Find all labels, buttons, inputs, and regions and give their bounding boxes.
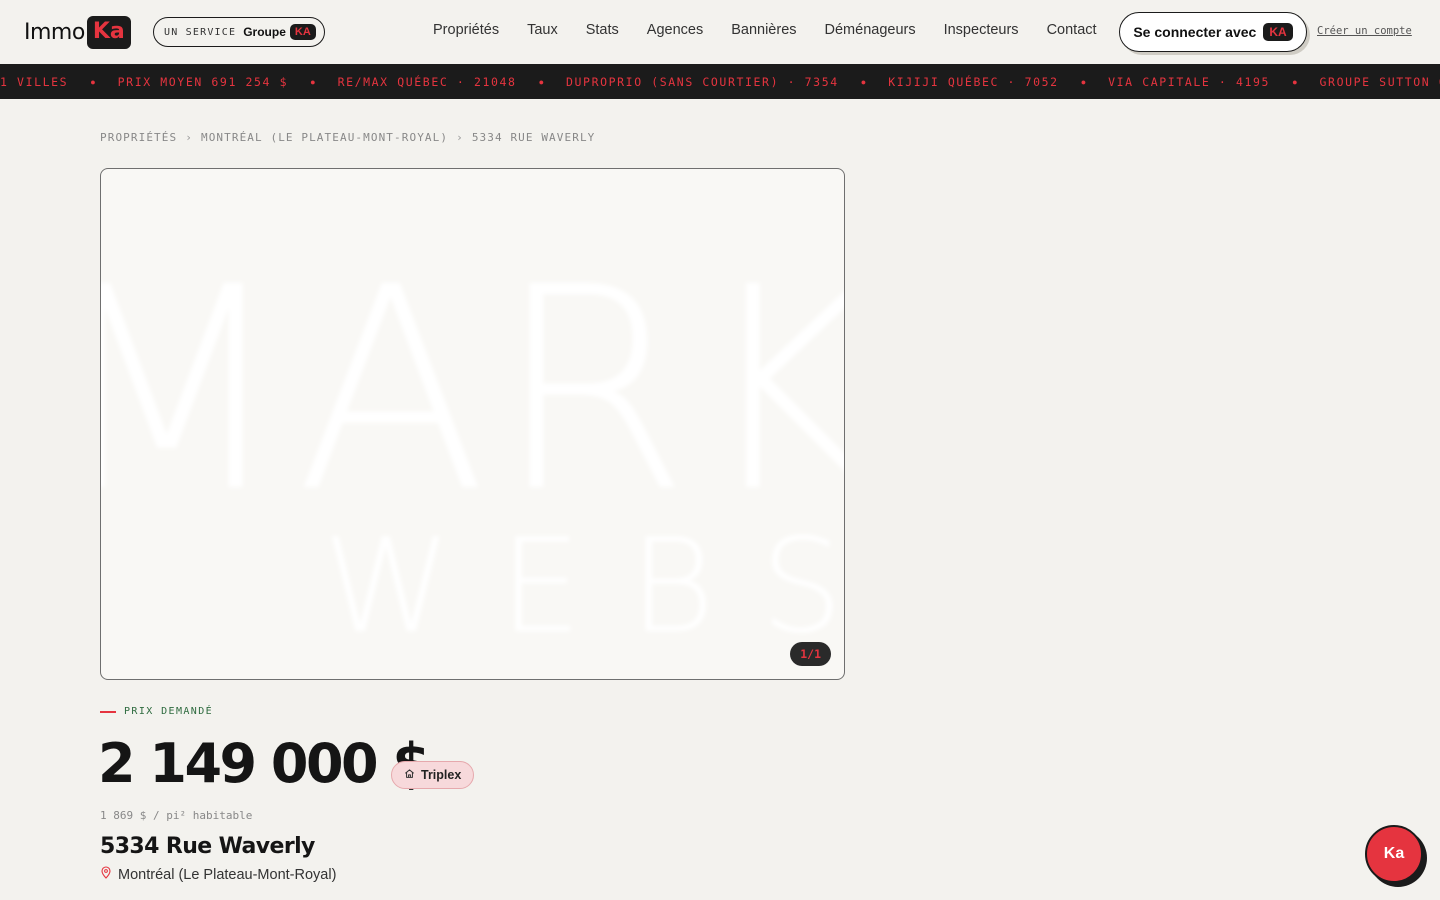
breadcrumb-current: 5334 RUE WAVERLY [471,131,596,144]
ticker-separator-dot: ● [1292,76,1298,87]
ticker-item: RE/MAX QUÉBEC · 21048 [337,74,517,89]
location-row: Montréal (Le Plateau-Mont-Royal) [100,866,336,884]
fab-label: Ka [1383,845,1405,862]
price-label-row: PRIX DEMANDÉ [100,706,213,717]
house-icon [404,766,415,784]
create-account-link[interactable]: Créer un compte [1317,25,1412,37]
photo-gallery[interactable]: MARKE WEBS 1/1 [100,168,845,680]
site-header: Immo Ka UN SERVICE Groupe KA Propriétés … [0,0,1440,64]
service-ka-badge: KA [289,24,316,40]
accent-dash [100,710,116,713]
login-ka-badge: KA [1263,23,1293,41]
nav-item-stats[interactable]: Stats [586,22,619,38]
breadcrumb-separator: › [456,131,464,144]
logo[interactable]: Immo Ka [24,15,131,49]
price-per-sqft: 1 869 $ / pi² habitable [100,809,253,822]
ka-assistant-button[interactable]: Ka [1365,825,1423,883]
nav-item-contact[interactable]: Contact [1047,22,1097,38]
nav-item-taux[interactable]: Taux [527,22,558,38]
logo-text: Immo [24,19,85,45]
login-label: Se connecter avec [1133,24,1257,40]
service-groupe-label: Groupe [243,25,286,39]
property-type-label: Triplex [421,768,462,782]
nav-item-proprietes[interactable]: Propriétés [433,22,499,38]
nav-item-demenageurs[interactable]: Déménageurs [825,22,916,38]
listing-price: 2 149 000 $ [98,732,430,795]
login-with-ka-button[interactable]: Se connecter avec KA [1119,12,1307,52]
service-groupe-ka-pill[interactable]: UN SERVICE Groupe KA [153,17,325,47]
watermark-line-2: WEBS [323,510,845,662]
ticker-item: 1 VILLES [0,74,69,89]
price-label: PRIX DEMANDÉ [124,706,214,717]
nav-item-inspecteurs[interactable]: Inspecteurs [944,22,1019,38]
location-text: Montréal (Le Plateau-Mont-Royal) [118,867,337,883]
breadcrumb-proprietes[interactable]: PROPRIÉTÉS [100,131,177,144]
breadcrumb: PROPRIÉTÉS › MONTRÉAL (LE PLATEAU-MONT-R… [100,131,595,144]
ticker-separator-dot: ● [90,76,96,87]
ticker-item: PRIX MOYEN 691 254 $ [117,74,289,89]
main-nav: Propriétés Taux Stats Agences Bannières … [433,22,1097,38]
nav-item-agences[interactable]: Agences [647,22,703,38]
service-label: UN SERVICE [164,26,237,38]
gallery-counter: 1/1 [790,642,831,666]
breadcrumb-separator: › [185,131,193,144]
ticker-item: GROUPE SUTTON QUÉBEC [1319,74,1440,89]
map-pin-icon [100,866,112,884]
ticker-item: VIA CAPITALE · 4195 [1108,74,1271,89]
ticker-separator-dot: ● [310,76,316,87]
watermark-line-1: MARKE [101,228,845,554]
ticker-separator-dot: ● [538,76,544,87]
ticker-item: DUPROPRIO (SANS COURTIER) · 7354 [566,74,839,89]
stats-ticker: 1 VILLES ● PRIX MOYEN 691 254 $ ● RE/MAX… [0,64,1440,99]
ticker-track: 1 VILLES ● PRIX MOYEN 691 254 $ ● RE/MAX… [0,75,1440,89]
property-type-badge: Triplex [391,761,475,789]
breadcrumb-neighbourhood[interactable]: MONTRÉAL (LE PLATEAU-MONT-ROYAL) [201,131,448,144]
logo-badge: Ka [86,15,131,49]
ticker-separator-dot: ● [1080,76,1087,87]
ticker-item: KIJIJI QUÉBEC · 7052 [888,74,1059,89]
ticker-separator-dot: ● [860,76,867,87]
listing-address: 5334 Rue Waverly [100,834,315,859]
nav-item-bannieres[interactable]: Bannières [731,22,796,38]
placeholder-image: MARKE WEBS [101,228,845,662]
